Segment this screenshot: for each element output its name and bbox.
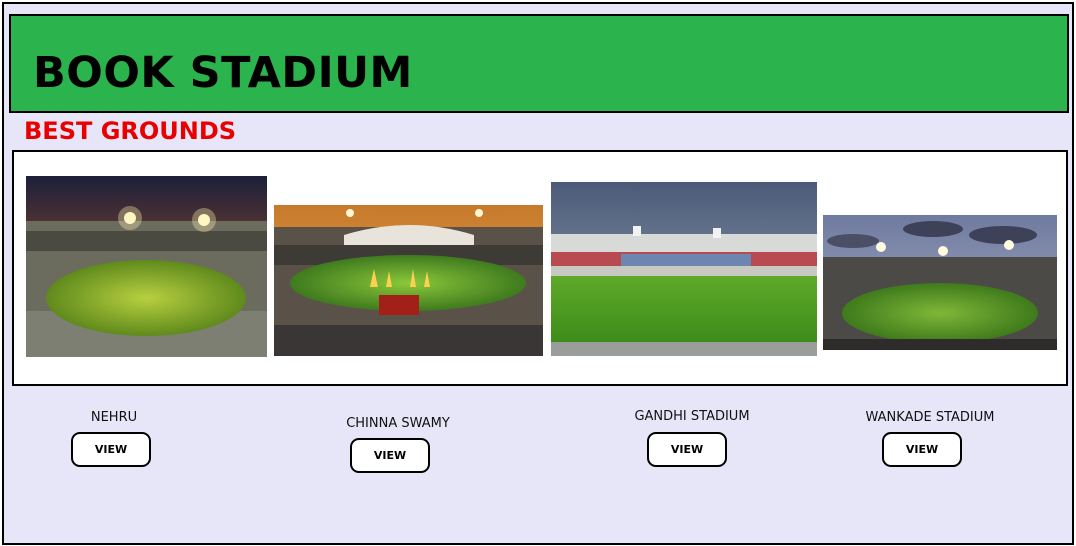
- ground-name-chinna-swamy: CHINNA SWAMY: [346, 416, 450, 431]
- stadium-photo-chinna-swamy: [274, 205, 543, 356]
- view-button-gandhi-stadium[interactable]: VIEW: [647, 432, 727, 467]
- stadium-photo-gandhi: [551, 182, 817, 356]
- header-banner: BOOK STADIUM: [9, 14, 1069, 113]
- stadium-photo-nehru: [26, 176, 267, 357]
- stadium-photo-wankade: [823, 215, 1057, 350]
- view-button-wankade-stadium[interactable]: VIEW: [882, 432, 962, 467]
- stadium-gallery: [12, 150, 1068, 386]
- page-frame: BOOK STADIUM BEST GROUNDS NEHRU VIEW CHI…: [2, 2, 1074, 545]
- view-button-nehru[interactable]: VIEW: [71, 432, 151, 467]
- page-title: BOOK STADIUM: [33, 48, 413, 98]
- ground-name-nehru: NEHRU: [90, 410, 138, 425]
- ground-name-wankade-stadium: WANKADE STADIUM: [865, 410, 995, 425]
- view-button-chinna-swamy[interactable]: VIEW: [350, 438, 430, 473]
- ground-name-gandhi-stadium: GANDHI STADIUM: [634, 409, 750, 424]
- section-title: BEST GROUNDS: [24, 117, 237, 145]
